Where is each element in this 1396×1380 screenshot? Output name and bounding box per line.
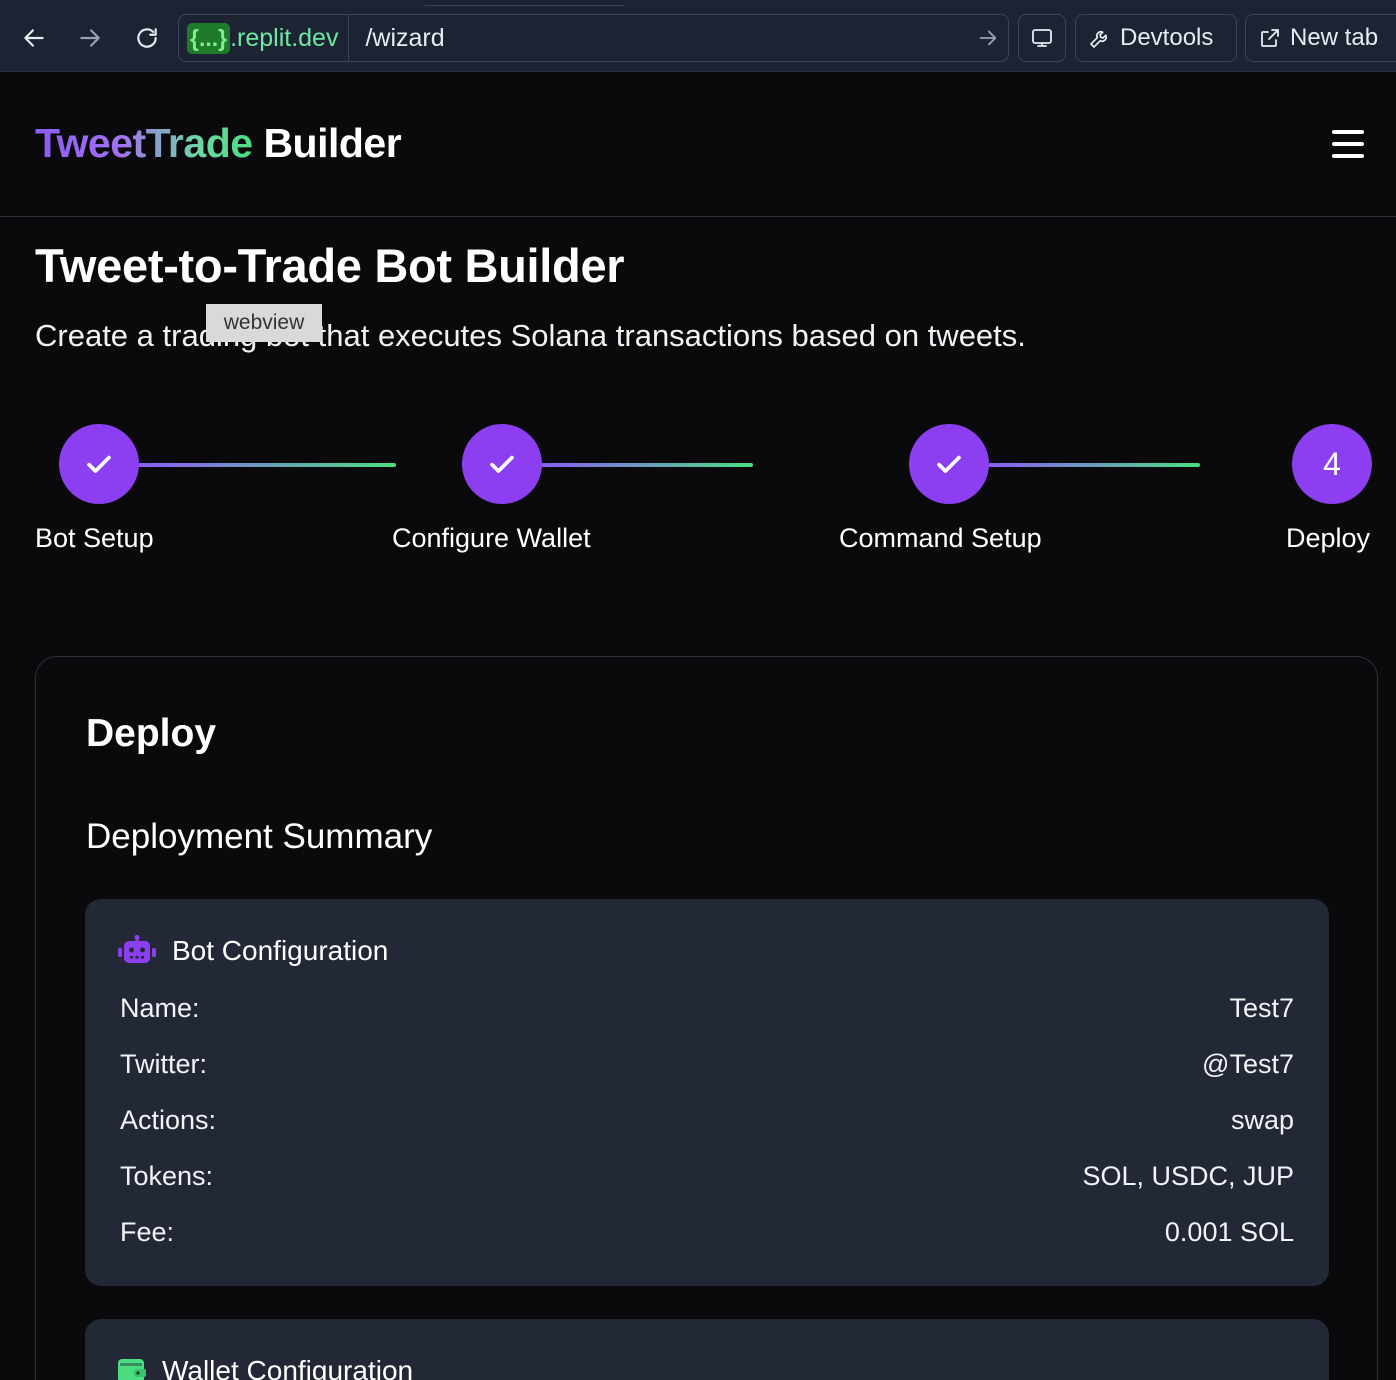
- device-preview-button[interactable]: [1018, 14, 1066, 62]
- app-header: TweetTrade Builder: [0, 72, 1396, 217]
- wallet-configuration-title: Wallet Configuration: [162, 1355, 414, 1380]
- step-connector: [138, 463, 396, 467]
- summary-row-twitter: Twitter: @Test7: [120, 1049, 1294, 1080]
- monitor-icon: [1032, 29, 1052, 47]
- devtools-button[interactable]: Devtools: [1075, 14, 1237, 62]
- wallet-configuration-heading: Wallet Configuration: [118, 1355, 413, 1380]
- app-logo[interactable]: TweetTrade Builder: [35, 120, 402, 167]
- arrow-right-icon: [979, 30, 997, 46]
- new-tab-label: New tab: [1290, 24, 1379, 51]
- row-label: Name:: [120, 993, 200, 1023]
- deploy-card: Deploy Deployment Summary Bot Configurat…: [35, 656, 1378, 1380]
- row-label: Twitter:: [120, 1049, 208, 1079]
- row-value: Test7: [1229, 993, 1294, 1023]
- step-label-deploy: Deploy: [1286, 523, 1371, 553]
- devtools-label: Devtools: [1120, 24, 1214, 51]
- reload-button[interactable]: [127, 18, 167, 58]
- step-4-indicator[interactable]: 4: [1292, 424, 1372, 504]
- wallet-configuration-panel: Wallet Configuration: [85, 1319, 1329, 1380]
- row-value: SOL, USDC, JUP: [1082, 1161, 1294, 1191]
- row-value: swap: [1230, 1105, 1294, 1135]
- row-label: Fee:: [120, 1217, 175, 1247]
- wrench-icon: [1090, 31, 1107, 48]
- deployment-summary-title: Deployment Summary: [86, 817, 433, 856]
- menu-icon[interactable]: [1332, 130, 1364, 158]
- back-button[interactable]: [14, 18, 54, 58]
- active-tab-indicator: [425, 0, 625, 6]
- robot-icon: [118, 935, 156, 963]
- step-2-indicator[interactable]: [462, 424, 542, 504]
- browser-toolbar: {...} .replit.dev /wizard Devtools New t…: [0, 0, 1396, 72]
- url-host: {...} .replit.dev: [179, 15, 350, 61]
- url-host-text: .replit.dev: [230, 23, 339, 52]
- row-label: Tokens:: [120, 1161, 214, 1191]
- external-link-icon: [1261, 29, 1279, 47]
- arrow-right-icon: [80, 29, 100, 47]
- row-value: 0.001 SOL: [1164, 1217, 1294, 1247]
- step-3-indicator[interactable]: [909, 424, 989, 504]
- step-connector: [988, 463, 1200, 467]
- webview-tooltip: webview: [206, 304, 322, 342]
- url-host-badge: {...}: [187, 22, 231, 54]
- arrow-left-icon: [24, 29, 44, 47]
- check-icon: [937, 455, 961, 473]
- check-icon: [490, 455, 514, 473]
- go-button[interactable]: [968, 27, 1008, 49]
- step-label-bot-setup: Bot Setup: [35, 523, 154, 553]
- summary-row-actions: Actions: swap: [120, 1105, 1294, 1136]
- row-label: Actions:: [120, 1105, 217, 1135]
- reload-icon: [137, 28, 157, 48]
- summary-row-tokens: Tokens: SOL, USDC, JUP: [120, 1161, 1294, 1192]
- logo-suffix: Builder: [263, 120, 402, 166]
- logo-brand: TweetTrade: [35, 120, 253, 166]
- bot-configuration-panel: Bot Configuration Name: Test7 Twitter: @…: [85, 899, 1329, 1286]
- summary-row-fee: Fee: 0.001 SOL: [120, 1217, 1294, 1248]
- step-1-indicator[interactable]: [59, 424, 139, 504]
- summary-row-name: Name: Test7: [120, 993, 1294, 1024]
- address-bar[interactable]: {...} .replit.dev /wizard: [178, 14, 1009, 62]
- forward-button[interactable]: [70, 18, 110, 58]
- new-tab-button[interactable]: New tab: [1245, 14, 1396, 62]
- check-icon: [87, 455, 111, 473]
- bot-configuration-title: Bot Configuration: [172, 935, 389, 966]
- bot-configuration-heading: Bot Configuration: [118, 935, 388, 967]
- page-title: Tweet-to-Trade Bot Builder: [35, 239, 625, 292]
- step-label-command-setup: Command Setup: [839, 523, 1042, 553]
- deploy-title: Deploy: [86, 712, 217, 755]
- row-value: @Test7: [1202, 1049, 1294, 1079]
- page-subtitle: Create a trading bot that executes Solan…: [35, 318, 1026, 353]
- step-label-configure-wallet: Configure Wallet: [392, 523, 591, 553]
- wallet-icon: [118, 1359, 146, 1380]
- url-path[interactable]: /wizard: [349, 24, 968, 53]
- step-connector: [541, 463, 753, 467]
